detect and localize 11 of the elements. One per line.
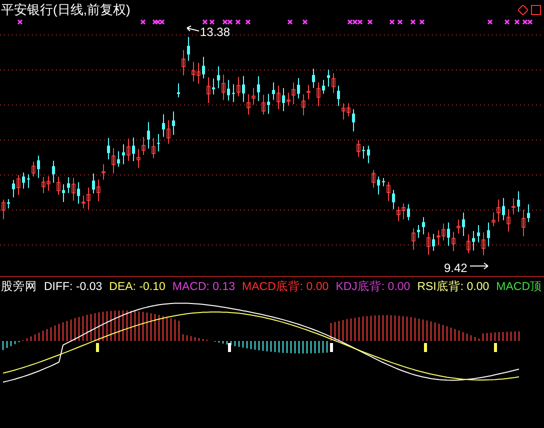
low-price-label: 9.42 <box>444 260 468 277</box>
indicator-value: MACD: 0.13 <box>172 280 236 294</box>
chart-title: 平安银行(日线,前复权) <box>1 2 130 17</box>
high-price-label: 13.38 <box>200 24 230 41</box>
indicator-value: DEA: -0.10 <box>109 280 166 294</box>
indicator-value: MACD底背: 0.00 <box>242 280 329 294</box>
indicator-name: 股旁网 <box>1 280 37 294</box>
indicator-value: DIFF: -0.03 <box>44 280 102 294</box>
indicator-value: MACD顶 <box>496 280 542 294</box>
indicator-value: RSI底背: 0.00 <box>417 280 490 294</box>
indicator-value: KDJ底背: 0.00 <box>336 280 410 294</box>
